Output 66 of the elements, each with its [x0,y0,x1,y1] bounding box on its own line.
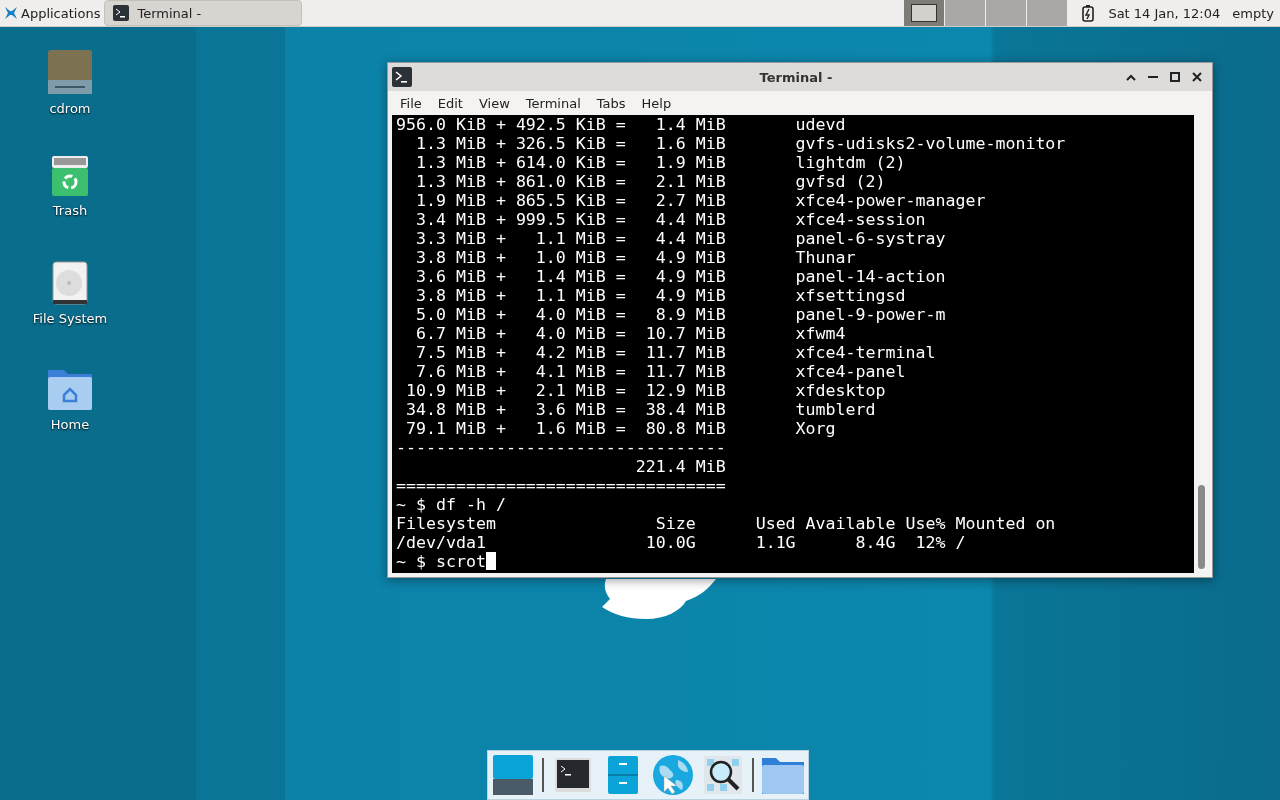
terminal-line: 3.6 MiB + 1.4 MiB = 4.9 MiB panel-14-action [414,267,947,286]
workspace-switcher-button[interactable] [986,0,1028,26]
home-folder-icon [47,367,93,411]
maximize-icon [1170,72,1180,82]
desktop-icon [493,755,533,795]
desktop-icon-label[interactable]: Trash [52,203,88,218]
desktop-icon-label[interactable]: File System [32,311,108,326]
menu-item[interactable]: Help [633,95,680,111]
terminal-icon [392,67,412,87]
menu-item[interactable]: Edit [429,95,471,111]
terminal-line: 7.5 MiB + 4.2 MiB = 11.7 MiB xfce4-terminal [414,343,937,362]
terminal-line: 956.0 KiB + 492.5 KiB = 1.4 MiB udevd [396,115,847,134]
terminal-line: 34.8 MiB + 3.6 MiB = 38.4 MiB tumblerd [405,400,877,419]
terminal-line: 3.8 MiB + 1.0 MiB = 4.9 MiB Thunar [414,248,857,267]
terminal-line: 6.7 MiB + 4.0 MiB = 10.7 MiB xfwm4 [414,324,847,343]
window-title: Terminal - [758,69,834,85]
chevron-up-icon [1126,73,1136,81]
folder-icon [762,756,804,794]
terminal-line: 10.9 MiB + 2.1 MiB = 12.9 MiB xfdesktop [405,381,887,400]
terminal-line: 3.4 MiB + 999.5 KiB = 4.4 MiB xfce4-session [414,210,927,229]
terminal-icon [113,5,130,21]
terminal-line: /dev/vda1 10.0G 1.1G 8.4G 12% / [396,533,967,552]
terminal-line: 1.9 MiB + 865.5 KiB = 2.7 MiB xfce4-power-manager [414,191,987,210]
menu-item[interactable]: View [470,95,518,111]
desktop-icon-label[interactable]: cdrom [49,101,91,116]
hard-drive-icon [52,261,88,305]
terminal-line: ================================= [396,476,727,495]
recycle-bin-icon [51,155,89,197]
applications-menu[interactable]: Applications [0,0,105,26]
terminal-line: --------------------------------- [396,438,727,457]
terminal-line: ~ $ df -h / [396,495,507,514]
app-finder-launcher[interactable] [702,754,744,796]
terminal-line: 3.3 MiB + 1.1 MiB = 4.4 MiB panel-6-systray [414,229,947,248]
workspace-switcher-button[interactable] [945,0,987,26]
close-icon [1192,72,1202,82]
window-thumbnail [911,4,938,22]
terminal-line: 1.3 MiB + 326.5 KiB = 1.6 MiB gvfs-udisks2-volume-monitor [414,134,1067,153]
user-name[interactable]: empty [1226,5,1280,21]
scrollbar-thumb[interactable] [1197,485,1205,569]
terminal-line: 3.8 MiB + 1.1 MiB = 4.9 MiB xfsettingsd [414,286,907,305]
cdrom-drive-icon [47,49,93,95]
terminal-line: 1.3 MiB + 614.0 KiB = 1.9 MiB lightdm (2) [414,153,907,172]
workspace-switcher-button[interactable] [904,0,946,26]
menu-item[interactable]: Terminal [517,95,589,111]
globe-icon [652,754,694,796]
file-cabinet-icon [608,756,638,794]
taskbar-window-button[interactable]: Terminal - [104,0,303,26]
menu-item[interactable]: Tabs [588,95,634,111]
battery-charging-icon[interactable] [1082,4,1095,22]
terminal-line: 5.0 MiB + 4.0 MiB = 8.9 MiB panel-9-power-m [414,305,947,324]
menu-item[interactable]: File [392,95,430,111]
workspace-switcher-button[interactable] [1027,0,1069,26]
minimize-icon [1148,76,1158,78]
clock[interactable]: Sat 14 Jan, 12:04 [1102,5,1227,21]
magnifier-grid-icon [704,756,742,794]
terminal-line: ~ $ scrot [396,552,1194,571]
terminal-line: 79.1 MiB + 1.6 MiB = 80.8 MiB Xorg [405,419,837,438]
terminal-line: 1.3 MiB + 861.0 KiB = 2.1 MiB gvfsd (2) [414,172,887,191]
show-desktop-button[interactable] [492,754,534,796]
terminal-icon [555,758,591,792]
web-browser-launcher[interactable] [652,754,694,796]
xfce-mouse-logo-icon [4,6,18,20]
terminal-line: 221.4 MiB [634,457,727,476]
terminal-line: Filesystem Size Used Available Use% Mounted on [396,514,1057,533]
terminal-line: 7.6 MiB + 4.1 MiB = 11.7 MiB xfce4-panel [414,362,907,381]
desktop-icon-label[interactable]: Home [50,417,90,432]
